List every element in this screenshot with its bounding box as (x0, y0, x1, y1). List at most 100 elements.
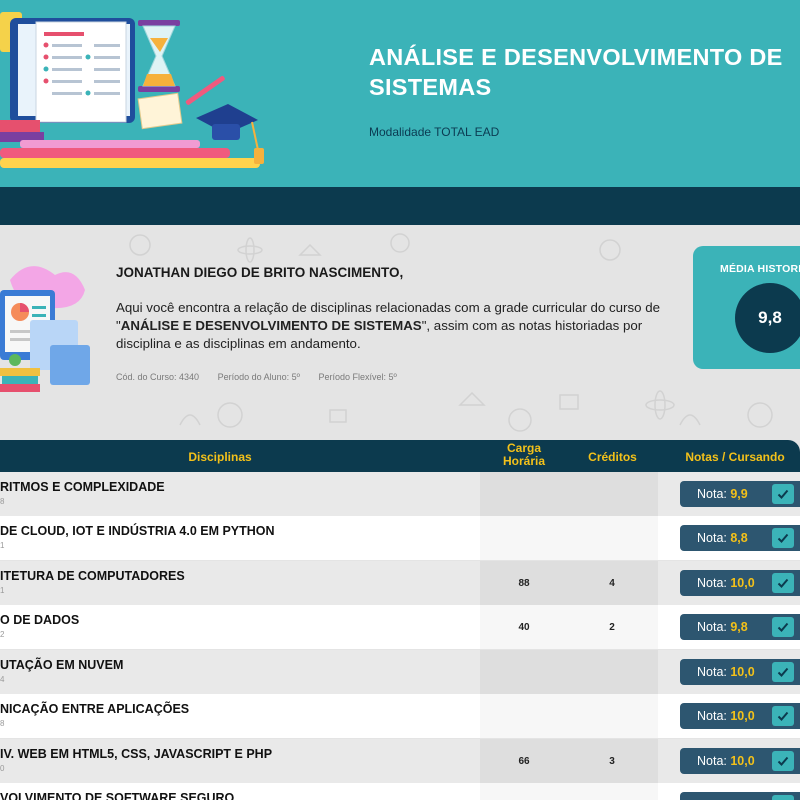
student-desk-illustration (0, 266, 90, 392)
grade-text: Nota: 10,0 (697, 709, 755, 723)
check-icon[interactable] (772, 484, 794, 504)
student-period: Período do Aluno: 5º (217, 372, 300, 382)
grade-label: Nota: (697, 754, 731, 768)
checkmark-icon (777, 578, 789, 588)
check-icon[interactable] (772, 573, 794, 593)
table-row: RITMOS E COMPLEXIDADE 8 Nota: 9,9 (0, 472, 800, 516)
check-icon[interactable] (772, 706, 794, 726)
grade-label: Nota: (697, 487, 731, 501)
grade-value: 10,0 (730, 709, 755, 723)
discipline-code: 0 (0, 764, 5, 773)
check-icon[interactable] (772, 751, 794, 771)
discipline-code: 1 (0, 586, 5, 595)
discipline-name: UTAÇÃO EM NUVEM (0, 658, 124, 672)
table-row: VOLVIMENTO DE SOFTWARE SEGURO Nota: (0, 783, 800, 800)
discipline-name: IV. WEB EM HTML5, CSS, JAVASCRIPT E PHP (0, 747, 273, 761)
grade-text: Nota: 9,9 (697, 487, 748, 501)
checkmark-icon (777, 533, 789, 543)
grade-button[interactable]: Nota: 10,0 (680, 703, 800, 729)
grade-label: Nota: (697, 576, 731, 590)
discipline-name: NICAÇÃO ENTRE APLICAÇÕES (0, 702, 190, 716)
carga-horaria-cell: 40 (518, 622, 530, 633)
historical-average-label: MÉDIA HISTORICA (720, 263, 800, 275)
disciplines-table: Disciplinas Carga Horária Créditos Notas… (0, 440, 800, 800)
grade-text: Nota: 10,0 (697, 576, 755, 590)
discipline-code: 8 (0, 497, 5, 506)
course-title-line1: ANÁLISE E DESENVOLVIMENTO DE (369, 44, 783, 70)
discipline-name: DE CLOUD, IOT E INDÚSTRIA 4.0 EM PYTHON (0, 524, 275, 538)
student-info-section: JONATHAN DIEGO DE BRITO NASCIMENTO, Aqui… (0, 225, 800, 440)
flexible-period: Período Flexível: 5º (318, 372, 397, 382)
discipline-code: 4 (0, 675, 5, 684)
table-header: Disciplinas Carga Horária Créditos Notas… (0, 440, 800, 472)
table-row: ITETURA DE COMPUTADORES 1 88 4 Nota: 10,0 (0, 561, 800, 605)
grade-button[interactable]: Nota: 10,0 (680, 570, 800, 596)
grade-text: Nota: 10,0 (697, 754, 755, 768)
checkmark-icon (777, 756, 789, 766)
grade-text: Nota: 10,0 (697, 665, 755, 679)
grade-label: Nota: (697, 620, 731, 634)
grade-button[interactable]: Nota: 10,0 (680, 748, 800, 774)
grade-value: 10,0 (730, 754, 755, 768)
header-creditos: Créditos (588, 450, 637, 464)
course-code: Cód. do Curso: 4340 (116, 372, 200, 382)
course-meta: Cód. do Curso: 4340 Período do Aluno: 5º… (116, 372, 413, 382)
checkmark-icon (777, 711, 789, 721)
check-icon[interactable] (772, 795, 794, 800)
grade-button[interactable]: Nota: 8,8 (680, 525, 800, 551)
description-course-name: ANÁLISE E DESENVOLVIMENTO DE SISTEMAS (120, 318, 422, 333)
checkmark-icon (777, 667, 789, 677)
grade-button[interactable]: Nota: 9,9 (680, 481, 800, 507)
historical-average-value: 9,8 (735, 283, 800, 353)
checkmark-icon (777, 622, 789, 632)
row-shade (480, 472, 658, 516)
discipline-name: O DE DADOS (0, 613, 80, 627)
table-row: DE CLOUD, IOT E INDÚSTRIA 4.0 EM PYTHON 1… (0, 516, 800, 560)
course-title-line2: SISTEMAS (369, 74, 492, 100)
student-name: JONATHAN DIEGO DE BRITO NASCIMENTO, (116, 265, 404, 280)
historical-average-card: MÉDIA HISTORICA 9,8 (693, 246, 800, 369)
row-shade (480, 694, 658, 738)
grade-value: 9,9 (730, 487, 748, 501)
grade-button[interactable]: Nota: (680, 792, 800, 800)
row-shade (480, 783, 658, 800)
table-row: UTAÇÃO EM NUVEM 4 Nota: 10,0 (0, 650, 800, 694)
course-header: ANÁLISE E DESENVOLVIMENTO DE SISTEMAS Mo… (0, 0, 800, 187)
discipline-code: 8 (0, 719, 5, 728)
check-icon[interactable] (772, 662, 794, 682)
grade-button[interactable]: Nota: 10,0 (680, 659, 800, 685)
header-disciplinas: Disciplinas (188, 450, 252, 464)
course-description: Aqui você encontra a relação de discipli… (116, 299, 691, 353)
discipline-code: 1 (0, 541, 5, 550)
grade-button[interactable]: Nota: 9,8 (680, 614, 800, 640)
grade-label: Nota: (697, 709, 731, 723)
discipline-name: VOLVIMENTO DE SOFTWARE SEGURO (0, 791, 235, 800)
check-icon[interactable] (772, 617, 794, 637)
discipline-name: ITETURA DE COMPUTADORES (0, 569, 185, 583)
discipline-name: RITMOS E COMPLEXIDADE (0, 480, 165, 494)
course-title: ANÁLISE E DESENVOLVIMENTO DE SISTEMAS (369, 42, 800, 102)
row-shade (480, 516, 658, 560)
course-modality: Modalidade TOTAL EAD (369, 125, 500, 139)
header-carga-horaria: Carga Horária (494, 442, 554, 468)
checkmark-icon (777, 489, 789, 499)
header-divider-bar (0, 187, 800, 225)
creditos-cell: 4 (609, 578, 615, 589)
table-row: IV. WEB EM HTML5, CSS, JAVASCRIPT E PHP 0… (0, 739, 800, 783)
grade-value: 8,8 (730, 531, 748, 545)
table-row: NICAÇÃO ENTRE APLICAÇÕES 8 Nota: 10,0 (0, 694, 800, 738)
carga-horaria-cell: 88 (518, 578, 530, 589)
row-shade (480, 650, 658, 694)
discipline-code: 2 (0, 630, 5, 639)
grade-label: Nota: (697, 531, 731, 545)
header-notas: Notas / Cursando (685, 450, 785, 464)
creditos-cell: 3 (609, 756, 615, 767)
grade-value: 10,0 (730, 576, 755, 590)
carga-horaria-cell: 66 (518, 756, 530, 767)
grade-label: Nota: (697, 665, 731, 679)
check-icon[interactable] (772, 528, 794, 548)
computer-study-illustration (0, 12, 264, 168)
header-carga-line2: Horária (502, 454, 546, 468)
creditos-cell: 2 (609, 622, 615, 633)
table-row: O DE DADOS 2 40 2 Nota: 9,8 (0, 605, 800, 649)
